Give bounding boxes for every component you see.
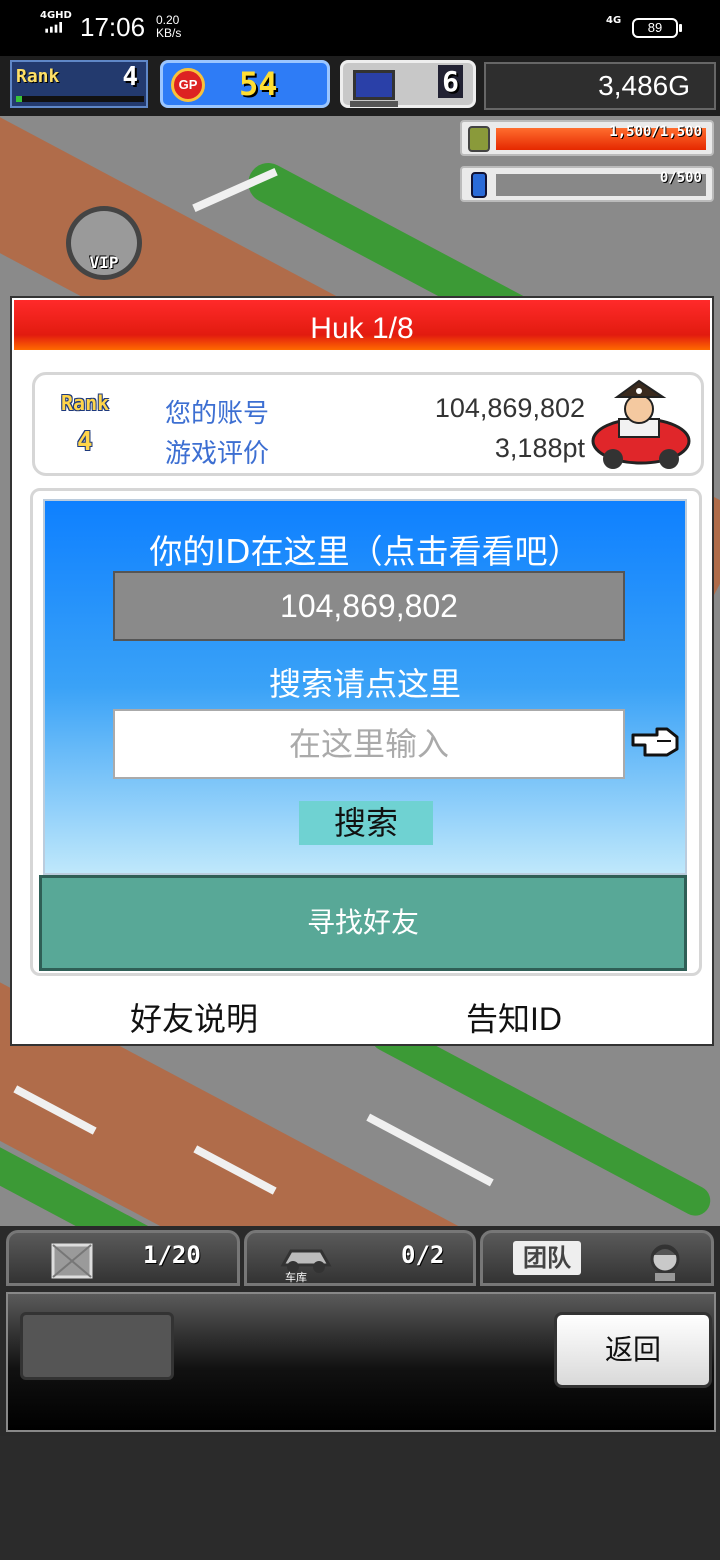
bottom-tabs: 1/20 车库 0/2 团队 — [6, 1230, 716, 1288]
crosswalk — [366, 1113, 494, 1187]
friend-id-input[interactable]: 在这里输入 — [113, 709, 625, 779]
rank-indicator[interactable]: Rank 4 — [10, 60, 148, 108]
vip-icon[interactable]: VIP — [66, 206, 142, 280]
empty-slot — [20, 1312, 174, 1380]
battery-icon: 89 — [632, 18, 682, 38]
team-member-icon — [650, 1244, 680, 1281]
rating-value: 3,188pt — [494, 433, 585, 463]
my-id-box[interactable]: 104,869,802 — [113, 571, 625, 641]
network-4g-label: 4G — [606, 15, 622, 26]
garage-count: 0/2 — [401, 1241, 445, 1269]
share-id-link[interactable]: 告知ID — [466, 994, 562, 1040]
friend-dialog: Huk 1/8 Rank 4 您的账号 104,869,802 游戏评价 3,1… — [10, 296, 714, 1046]
back-button[interactable]: 返回 — [554, 1312, 712, 1388]
computer-indicator[interactable]: 6 — [340, 60, 476, 108]
account-value: 104,869,802 — [434, 393, 585, 423]
team-label: 团队 — [513, 1241, 581, 1275]
status-bar: 4GHD 17:06 0.20 KB/s 4G 89 — [0, 0, 720, 56]
energy-meter: 0/500 — [460, 166, 714, 202]
pirate-car-avatar-icon — [591, 379, 691, 469]
gold-amount: 3,486G — [484, 62, 716, 110]
tab-items[interactable]: 1/20 — [6, 1230, 240, 1286]
id-heading: 你的ID在这里（点击看看吧） — [149, 532, 581, 571]
game-screen: 4GHD 17:06 0.20 KB/s 4G 89 Rank 4 GP 54 — [0, 0, 720, 1560]
pointing-hand-icon — [631, 727, 679, 757]
tab-garage[interactable]: 车库 0/2 — [244, 1230, 476, 1286]
profile-card: Rank 4 您的账号 104,869,802 游戏评价 3,188pt — [32, 372, 704, 476]
gp-value: 54 — [239, 65, 278, 103]
speed-unit: KB/s — [156, 26, 182, 40]
search-prompt: 搜索请点这里 — [268, 665, 461, 703]
search-panel: 你的ID在这里（点击看看吧） 104,869,802 搜索请点这里 在这里输入 … — [30, 488, 702, 976]
rank-value: 4 — [122, 62, 138, 92]
search-area: 你的ID在这里（点击看看吧） 104,869,802 搜索请点这里 在这里输入 … — [43, 499, 687, 875]
rank-progress-fill — [16, 96, 23, 102]
computer-icon — [350, 70, 398, 107]
fuel-text: 1,500/1,500 — [609, 124, 702, 140]
computer-value: 6 — [438, 65, 463, 98]
rank-progress-bar — [16, 96, 144, 102]
hedge — [365, 1016, 716, 1221]
rank-label: Rank — [16, 66, 60, 87]
profile-rank-label: Rank — [61, 391, 110, 415]
fuel-can-icon — [468, 126, 490, 152]
dialog-title: Huk 1/8 — [14, 300, 710, 350]
tab-team[interactable]: 团队 — [480, 1230, 714, 1286]
network-label: 4GHD — [40, 10, 72, 21]
gp-indicator[interactable]: GP 54 — [160, 60, 330, 108]
energy-bottle-icon — [471, 172, 487, 198]
rating-label: 游戏评价 — [165, 439, 270, 469]
battery-level: 89 — [647, 20, 663, 35]
bottom-bar: 1/20 车库 0/2 团队 返回 — [0, 1226, 720, 1436]
fuel-meter: 1,500/1,500 — [460, 120, 714, 156]
find-friend-button[interactable]: 寻找好友 — [39, 875, 687, 971]
search-button[interactable]: 搜索 — [299, 801, 433, 845]
account-label: 您的账号 — [165, 399, 270, 429]
items-count: 1/20 — [143, 1241, 201, 1269]
navigation-area — [0, 1436, 720, 1560]
vip-label: VIP — [89, 253, 119, 272]
gp-icon: GP — [171, 68, 205, 102]
bottom-panel: 返回 — [6, 1292, 716, 1432]
crate-icon — [51, 1243, 93, 1279]
friend-help-link[interactable]: 好友说明 — [130, 994, 258, 1040]
signal-icon — [45, 22, 62, 33]
clock: 17:06 — [80, 12, 146, 42]
profile-rank-value: 4 — [77, 427, 93, 457]
speed-value: 0.20 — [156, 13, 180, 27]
garage-label: 车库 — [285, 1271, 307, 1284]
energy-text: 0/500 — [659, 170, 702, 186]
network-speed: 0.20 KB/s — [156, 14, 181, 40]
